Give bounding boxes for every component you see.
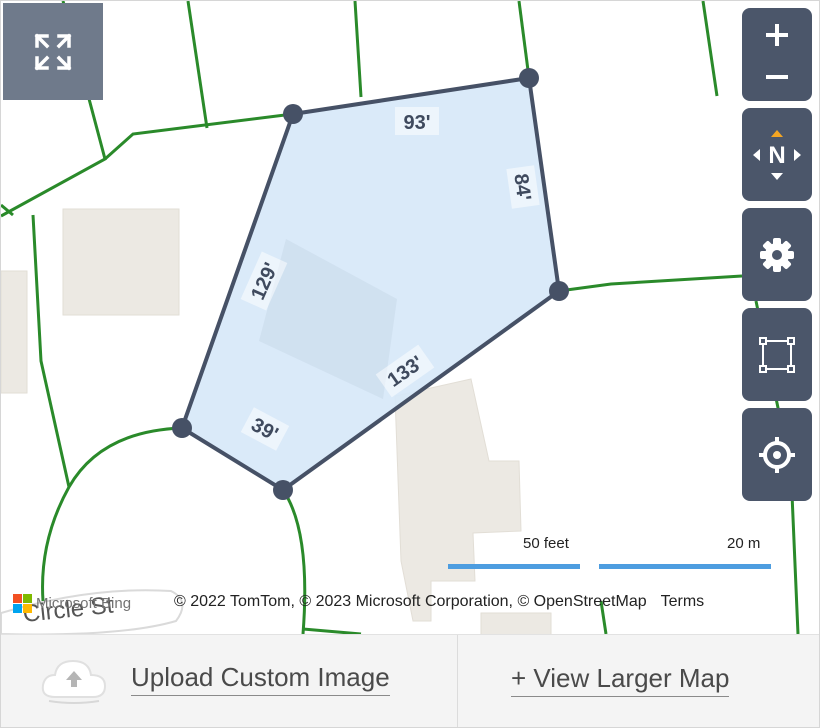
provider-logo: Microsoft Bing <box>13 594 132 613</box>
select-box-icon <box>759 336 795 373</box>
map-canvas[interactable]: 93' 84' 133' 39' 129' N 50 feet 20 m Cir… <box>1 1 819 634</box>
zoom-out-button[interactable] <box>763 57 791 97</box>
compass-icon: N <box>753 129 801 180</box>
building <box>480 612 552 634</box>
map-widget: 93' 84' 133' 39' 129' N 50 feet 20 m Cir… <box>0 0 820 728</box>
svg-text:N: N <box>768 142 785 169</box>
scale-bar-imperial <box>448 564 580 569</box>
zoom-control <box>742 8 812 101</box>
building <box>394 378 522 622</box>
scale-label-imperial: 50 feet <box>523 535 569 552</box>
map-footer: Upload Custom Image + View Larger Map <box>1 634 819 727</box>
upload-custom-image-label: Upload Custom Image <box>131 662 390 696</box>
edge-label: 84' <box>509 172 535 202</box>
building <box>62 208 180 316</box>
select-area-button[interactable] <box>742 308 812 401</box>
attribution-text: © 2022 TomTom, © 2023 Microsoft Corporat… <box>174 593 647 610</box>
compass-button[interactable]: N <box>742 108 812 201</box>
map-base-layer: 93' 84' 133' 39' 129' <box>1 1 800 634</box>
parcel-vertex[interactable] <box>172 418 192 438</box>
locate-icon <box>759 436 795 473</box>
zoom-in-button[interactable] <box>763 13 791 57</box>
expand-icon <box>34 33 72 70</box>
provider-name: Microsoft Bing <box>36 594 132 612</box>
gear-icon <box>760 237 794 272</box>
view-larger-map-link[interactable]: + View Larger Map <box>511 663 730 697</box>
plus-icon <box>766 23 788 46</box>
footer-divider <box>457 635 458 727</box>
selected-parcel[interactable] <box>179 75 562 493</box>
locate-button[interactable] <box>742 408 812 501</box>
scale-label-metric: 20 m <box>727 535 761 552</box>
parcel-vertex[interactable] <box>549 281 569 301</box>
settings-button[interactable] <box>742 208 812 301</box>
parcel-vertex[interactable] <box>283 104 303 124</box>
cloud-upload-icon <box>41 659 107 704</box>
upload-custom-image-button[interactable]: Upload Custom Image <box>39 653 390 705</box>
building <box>1 270 28 394</box>
microsoft-logo-icon <box>13 594 32 613</box>
scale-bar-metric <box>599 564 771 569</box>
edge-label: 93' <box>403 112 430 134</box>
fullscreen-button[interactable] <box>3 3 103 100</box>
minus-icon <box>766 74 788 79</box>
terms-link[interactable]: Terms <box>661 593 705 610</box>
parcel-vertex[interactable] <box>273 480 293 500</box>
map-attribution: © 2022 TomTom, © 2023 Microsoft Corporat… <box>174 593 704 611</box>
parcel-vertex[interactable] <box>519 68 539 88</box>
